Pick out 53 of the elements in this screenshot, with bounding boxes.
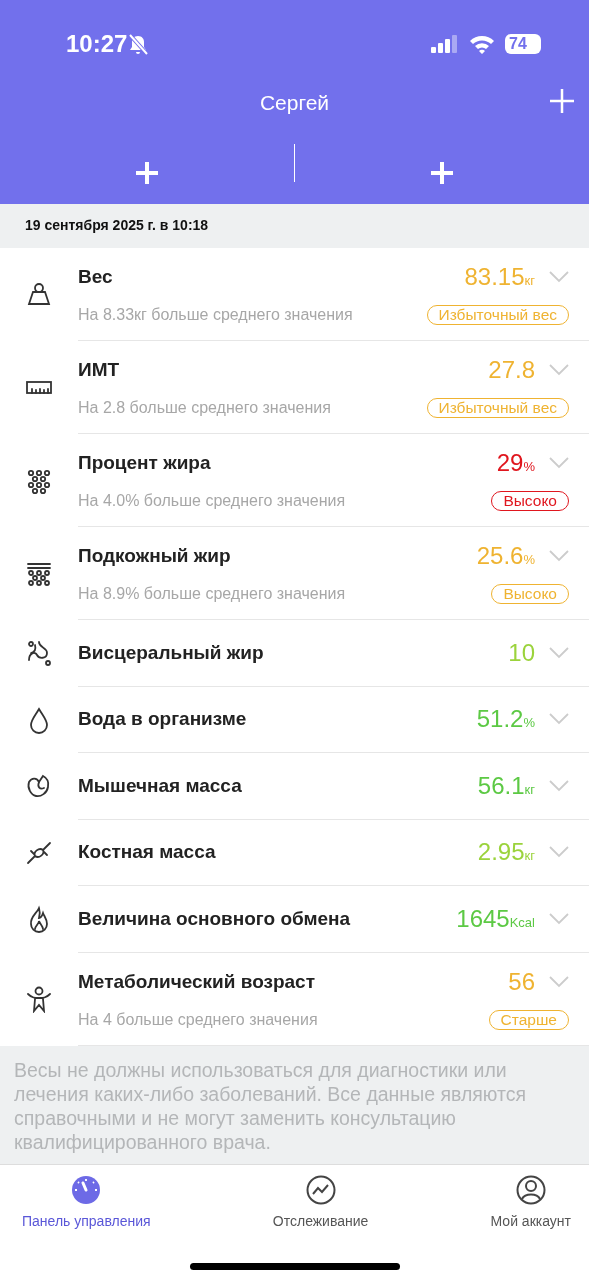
metric-name: Мышечная масса: [78, 774, 242, 797]
metric-value: 51.2%: [476, 705, 535, 734]
muted-bell-icon: [127, 33, 150, 55]
metric-note: На 2.8 больше среднего значения: [78, 399, 331, 417]
metric-value: 27.8: [488, 356, 535, 384]
figure-icon: [25, 985, 53, 1013]
metric-name: ИМТ: [78, 359, 120, 381]
add-icon[interactable]: [430, 161, 454, 185]
metric-value: 56: [508, 967, 535, 996]
chevron-down-icon[interactable]: [549, 646, 569, 659]
trend-icon: [305, 1174, 336, 1205]
measurement-date: 19 сентября 2025 г. в 10:18: [25, 217, 209, 233]
chevron-down-icon[interactable]: [549, 912, 569, 925]
metric-name: Висцеральный жир: [78, 641, 264, 664]
disclaimer-text: Весы не должны использоваться для диагностики или лечения каких-либо заболеваний. Все данные являются справочными и не могут заменить консультацию квалифицированного врача.: [14, 1057, 528, 1154]
chevron-down-icon[interactable]: [549, 550, 569, 562]
metric-value: 25.6%: [476, 542, 535, 570]
tab-item[interactable]: Мой аккаунт: [490, 1174, 571, 1229]
chevron-down-icon[interactable]: [549, 271, 569, 283]
battery-icon: 74: [505, 34, 541, 54]
chevron-down-icon[interactable]: [549, 364, 569, 376]
user-name: Сергей: [259, 91, 330, 114]
metric-name: Процент жира: [78, 452, 211, 474]
metric-value: 29%: [496, 449, 535, 477]
metric-note: На 4.0% больше среднего значения: [78, 492, 346, 510]
metric-name: Метаболический возраст: [78, 970, 315, 993]
metric-value: 1645Kcal: [456, 904, 535, 933]
person-icon: [515, 1174, 546, 1205]
metric-value: 83.15кг: [464, 263, 535, 291]
metric-name: Вес: [78, 266, 113, 288]
signal-icon: [431, 35, 459, 53]
metric-value: 2.95кг: [477, 838, 535, 867]
tab-item[interactable]: Панель управления: [22, 1174, 151, 1229]
metric-name: Подкожный жир: [78, 545, 231, 567]
metric-name: Вода в организме: [78, 708, 247, 731]
metric-value: 56.1кг: [477, 771, 535, 800]
tab-item[interactable]: Отслеживание: [272, 1174, 369, 1229]
chevron-down-icon[interactable]: [549, 713, 569, 726]
metric-name: Величина основного обмена: [78, 907, 351, 930]
metric-note: На 4 больше среднего значения: [78, 1010, 318, 1029]
clock: 10:27: [66, 30, 128, 58]
add-icon[interactable]: [549, 88, 575, 114]
metric-value: 10: [508, 638, 535, 667]
gauge-icon: [71, 1174, 102, 1205]
metric-note: На 8.33кг больше среднего значения: [78, 306, 353, 324]
metric-note: На 8.9% больше среднего значения: [78, 585, 346, 603]
wifi-icon: [469, 34, 495, 54]
chevron-down-icon[interactable]: [549, 457, 569, 469]
chevron-down-icon[interactable]: [549, 975, 569, 988]
chevron-down-icon[interactable]: [549, 779, 569, 792]
chevron-down-icon[interactable]: [549, 846, 569, 859]
add-icon[interactable]: [135, 161, 159, 185]
metric-name: Костная масса: [78, 841, 216, 864]
